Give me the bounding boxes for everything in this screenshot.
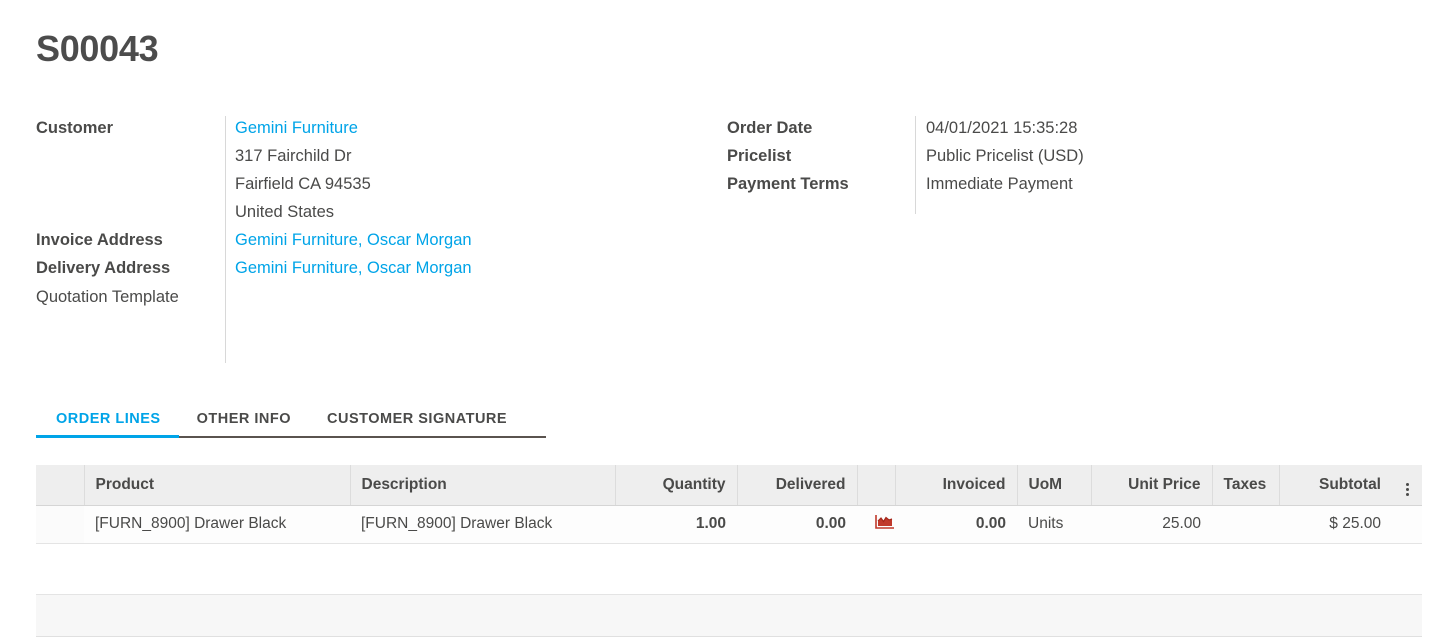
field-value-pricelist[interactable]: Public Pricelist (USD) — [916, 142, 1084, 170]
form-fields-area: Customer Gemini Furniture 317 Fairchild … — [0, 114, 1450, 369]
column-header-handle — [36, 465, 84, 506]
field-value-order-date[interactable]: 04/01/2021 15:35:28 — [916, 114, 1077, 142]
cell-description[interactable]: [FURN_8900] Drawer Black — [350, 505, 615, 544]
column-header-delivered[interactable]: Delivered — [736, 465, 857, 506]
field-value-customer: Gemini Furniture 317 Fairchild Dr Fairfi… — [225, 114, 371, 226]
column-header-uom[interactable]: UoM — [1016, 465, 1091, 506]
field-label-order-date: Order Date — [727, 119, 813, 137]
form-group-left: Customer Gemini Furniture 317 Fairchild … — [36, 114, 636, 363]
page-title: S00043 — [36, 28, 159, 69]
field-row-quotation-template: Quotation Template — [36, 282, 636, 312]
tab-list: ORDER LINES OTHER INFO CUSTOMER SIGNATUR… — [36, 405, 546, 438]
field-row-invoice-address: Invoice Address Gemini Furniture, Oscar … — [36, 226, 636, 254]
field-row-order-date: Order Date 04/01/2021 15:35:28 — [727, 114, 1287, 142]
area-chart-icon[interactable] — [875, 514, 895, 534]
column-header-unit-price[interactable]: Unit Price — [1090, 465, 1212, 506]
order-totals-band — [36, 594, 1422, 637]
column-header-product[interactable]: Product — [83, 465, 350, 506]
field-label-delivery-address: Delivery Address — [36, 259, 171, 277]
cell-optional-spacer — [1392, 505, 1422, 544]
cell-invoiced[interactable]: 0.00 — [895, 505, 1017, 544]
field-label-pricelist: Pricelist — [727, 147, 792, 165]
order-lines-table-wrapper: Product Description Quantity Delivered I… — [36, 465, 1422, 544]
kebab-menu-icon[interactable] — [1405, 481, 1409, 497]
notebook: ORDER LINES OTHER INFO CUSTOMER SIGNATUR… — [36, 405, 1422, 438]
customer-city-state-zip: Fairfield CA 94535 — [235, 175, 371, 193]
invoice-address-link[interactable]: Gemini Furniture, Oscar Morgan — [235, 231, 472, 249]
cell-taxes[interactable] — [1212, 505, 1279, 544]
column-header-quantity[interactable]: Quantity — [614, 465, 737, 506]
customer-street: 317 Fairchild Dr — [235, 147, 352, 165]
form-group-right: Order Date 04/01/2021 15:35:28 Pricelist… — [727, 114, 1287, 214]
field-label-payment-terms: Payment Terms — [727, 175, 849, 193]
customer-link[interactable]: Gemini Furniture — [235, 114, 371, 142]
table-header-row: Product Description Quantity Delivered I… — [36, 465, 1422, 506]
table-header: Product Description Quantity Delivered I… — [36, 465, 1422, 506]
cell-quantity[interactable]: 1.00 — [615, 505, 737, 544]
field-value-invoice-address: Gemini Furniture, Oscar Morgan — [225, 226, 472, 254]
tab-customer-signature[interactable]: CUSTOMER SIGNATURE — [309, 411, 525, 436]
cell-uom[interactable]: Units — [1017, 505, 1091, 544]
column-header-invoiced[interactable]: Invoiced — [894, 465, 1017, 506]
field-label-quotation-template: Quotation Template — [36, 288, 179, 306]
field-row-customer: Customer Gemini Furniture 317 Fairchild … — [36, 114, 636, 226]
form-group-left-divider — [225, 116, 226, 363]
column-header-description[interactable]: Description — [349, 465, 615, 506]
tab-other-info[interactable]: OTHER INFO — [179, 411, 309, 436]
field-row-payment-terms: Payment Terms Immediate Payment — [727, 170, 1287, 198]
order-lines-table: Product Description Quantity Delivered I… — [36, 465, 1422, 544]
table-body: [FURN_8900] Drawer Black [FURN_8900] Dra… — [36, 505, 1422, 544]
delivery-address-link[interactable]: Gemini Furniture, Oscar Morgan — [235, 259, 472, 277]
cell-subtotal[interactable]: $ 25.00 — [1279, 505, 1392, 544]
field-value-delivery-address: Gemini Furniture, Oscar Morgan — [225, 254, 472, 282]
cell-unit-price[interactable]: 25.00 — [1091, 505, 1212, 544]
form-group-right-divider — [915, 116, 916, 214]
table-row[interactable]: [FURN_8900] Drawer Black [FURN_8900] Dra… — [36, 505, 1422, 544]
optional-columns-dropdown[interactable] — [1392, 465, 1422, 506]
field-value-payment-terms[interactable]: Immediate Payment — [916, 170, 1073, 198]
cell-delivered[interactable]: 0.00 — [737, 505, 857, 544]
tab-order-lines[interactable]: ORDER LINES — [36, 411, 179, 438]
row-drag-handle[interactable] — [36, 505, 84, 544]
cell-delivered-widget[interactable] — [857, 505, 895, 544]
field-row-delivery-address: Delivery Address Gemini Furniture, Oscar… — [36, 254, 636, 282]
column-header-delivered-widget — [856, 465, 895, 506]
field-label-customer: Customer — [36, 119, 114, 137]
column-header-subtotal[interactable]: Subtotal — [1278, 465, 1392, 506]
customer-country: United States — [235, 203, 335, 221]
field-label-invoice-address: Invoice Address — [36, 231, 163, 249]
field-row-pricelist: Pricelist Public Pricelist (USD) — [727, 142, 1287, 170]
cell-product[interactable]: [FURN_8900] Drawer Black — [84, 505, 350, 544]
column-header-taxes[interactable]: Taxes — [1211, 465, 1279, 506]
